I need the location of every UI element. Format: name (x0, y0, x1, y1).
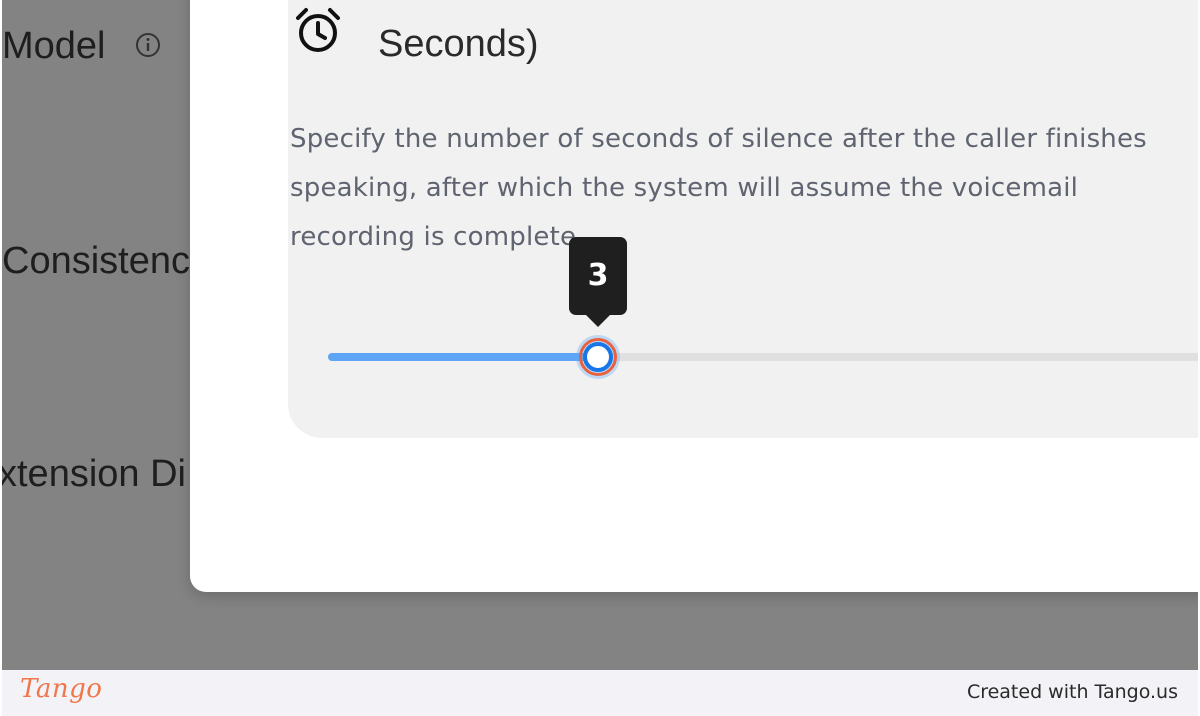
card-title: Record Voicemail After Silence (N Second… (378, 0, 1098, 76)
card-title-line-1: Record Voicemail After Silence (N (378, 0, 1098, 12)
info-icon (136, 33, 160, 57)
tango-logo[interactable]: Tango (20, 674, 102, 704)
dimmed-background: Model Consistenc xtension Di Record Voic… (2, 0, 1198, 670)
card-title-line-2: Seconds) (378, 23, 539, 65)
footer-credit[interactable]: Created with Tango.us (967, 681, 1178, 703)
settings-modal: Record Voicemail After Silence (N Second… (190, 0, 1198, 592)
slider-value-tooltip: 3 (569, 237, 627, 327)
slider-track-filled[interactable] (328, 353, 598, 361)
slider-thumb[interactable] (583, 342, 613, 372)
slider-handle[interactable] (576, 335, 620, 379)
model-label: Model (2, 25, 106, 67)
silence-seconds-slider[interactable]: 3 (328, 237, 1198, 379)
footer-bar: Tango Created with Tango.us (2, 670, 1198, 716)
alarm-clock-icon (296, 8, 340, 52)
consistency-label: Consistenc (2, 240, 190, 282)
extension-label: xtension Di (2, 453, 186, 495)
card-description: Specify the number of seconds of silence… (290, 124, 1147, 252)
voicemail-silence-card: Record Voicemail After Silence (N Second… (288, 0, 1198, 438)
